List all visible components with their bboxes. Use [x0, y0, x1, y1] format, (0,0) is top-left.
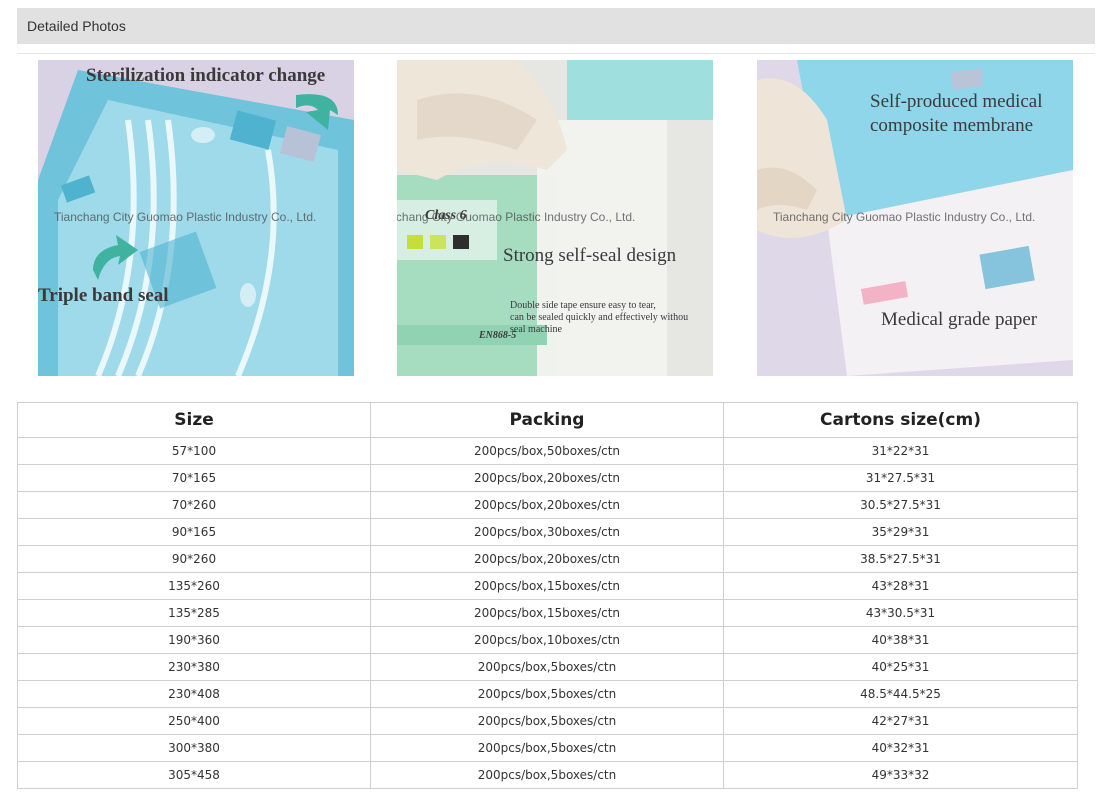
- table-row: 90*260 200pcs/box,20boxes/ctn 38.5*27.5*31: [17, 545, 1078, 573]
- cell-packing: 200pcs/box,20boxes/ctn: [370, 545, 724, 573]
- header-packing: Packing: [370, 402, 724, 438]
- cell-carton: 35*29*31: [723, 518, 1078, 546]
- photo-label-indicator: Sterilization indicator change: [86, 65, 326, 86]
- table-row: 250*400 200pcs/box,5boxes/ctn 42*27*31: [17, 707, 1078, 735]
- cell-packing: 200pcs/box,20boxes/ctn: [370, 464, 724, 492]
- cell-packing: 200pcs/box,20boxes/ctn: [370, 491, 724, 519]
- product-photo-sterilization[interactable]: Sterilization indicator change Triple ba…: [38, 60, 354, 376]
- table-row: 135*260 200pcs/box,15boxes/ctn 43*28*31: [17, 572, 1078, 600]
- cell-packing: 200pcs/box,5boxes/ctn: [370, 734, 724, 762]
- table-row: 90*165 200pcs/box,30boxes/ctn 35*29*31: [17, 518, 1078, 546]
- cell-size: 57*100: [17, 437, 371, 465]
- table-row: 300*380 200pcs/box,5boxes/ctn 40*32*31: [17, 734, 1078, 762]
- cell-packing: 200pcs/box,10boxes/ctn: [370, 626, 724, 654]
- cell-carton: 40*38*31: [723, 626, 1078, 654]
- cell-size: 250*400: [17, 707, 371, 735]
- cell-carton: 40*25*31: [723, 653, 1078, 681]
- cell-size: 305*458: [17, 761, 371, 789]
- table-row: 190*360 200pcs/box,10boxes/ctn 40*38*31: [17, 626, 1078, 654]
- section-header: Detailed Photos: [17, 8, 1095, 44]
- cell-size: 230*380: [17, 653, 371, 681]
- cell-size: 70*165: [17, 464, 371, 492]
- cell-size: 300*380: [17, 734, 371, 762]
- cell-size: 90*260: [17, 545, 371, 573]
- table-header-row: Size Packing Cartons size(cm): [17, 402, 1078, 438]
- photo-caption-line-1: Double side tape ensure easy to tear,: [510, 300, 656, 311]
- product-photo-membrane[interactable]: Self-produced medical composite membrane…: [757, 60, 1073, 376]
- cell-packing: 200pcs/box,5boxes/ctn: [370, 680, 724, 708]
- header-carton-size: Cartons size(cm): [723, 402, 1078, 438]
- cell-carton: 38.5*27.5*31: [723, 545, 1078, 573]
- cell-packing: 200pcs/box,5boxes/ctn: [370, 707, 724, 735]
- photo-label-membrane-2: composite membrane: [870, 115, 1034, 136]
- cell-packing: 200pcs/box,5boxes/ctn: [370, 761, 724, 789]
- cell-carton: 40*32*31: [723, 734, 1078, 762]
- watermark-text: Tianchang City Guomao Plastic Industry C…: [54, 210, 317, 224]
- cell-carton: 31*27.5*31: [723, 464, 1078, 492]
- cell-carton: 49*33*32: [723, 761, 1078, 789]
- cell-carton: 48.5*44.5*25: [723, 680, 1078, 708]
- table-row: 70*260 200pcs/box,20boxes/ctn 30.5*27.5*31: [17, 491, 1078, 519]
- cell-packing: 200pcs/box,5boxes/ctn: [370, 653, 724, 681]
- cell-size: 135*260: [17, 572, 371, 600]
- table-row: 305*458 200pcs/box,5boxes/ctn 49*33*32: [17, 761, 1078, 789]
- cell-carton: 43*30.5*31: [723, 599, 1078, 627]
- cell-size: 135*285: [17, 599, 371, 627]
- cell-packing: 200pcs/box,15boxes/ctn: [370, 572, 724, 600]
- watermark-text: Tianchang City Guomao Plastic Industry C…: [397, 210, 636, 224]
- cell-size: 70*260: [17, 491, 371, 519]
- table-row: 230*380 200pcs/box,5boxes/ctn 40*25*31: [17, 653, 1078, 681]
- photo-label-triple-seal: Triple band seal: [38, 285, 169, 306]
- table-row: 230*408 200pcs/box,5boxes/ctn 48.5*44.5*25: [17, 680, 1078, 708]
- section-divider: [17, 53, 1095, 54]
- watermark-text: Tianchang City Guomao Plastic Industry C…: [773, 210, 1036, 224]
- cell-carton: 43*28*31: [723, 572, 1078, 600]
- photo-label-membrane-1: Self-produced medical: [870, 91, 1043, 112]
- photo-caption-line-2: can be sealed quickly and effectively wi…: [510, 312, 689, 323]
- table-row: 135*285 200pcs/box,15boxes/ctn 43*30.5*31: [17, 599, 1078, 627]
- table-row: 70*165 200pcs/box,20boxes/ctn 31*27.5*31: [17, 464, 1078, 492]
- photo-caption-line-3: seal machine: [510, 324, 562, 335]
- header-size: Size: [17, 402, 371, 438]
- photo-label-self-seal: Strong self-seal design: [503, 245, 677, 266]
- cell-packing: 200pcs/box,15boxes/ctn: [370, 599, 724, 627]
- cell-packing: 200pcs/box,50boxes/ctn: [370, 437, 724, 465]
- product-photo-self-seal[interactable]: Class 6 EN868-5 Strong self-seal design …: [397, 60, 713, 376]
- cell-packing: 200pcs/box,30boxes/ctn: [370, 518, 724, 546]
- photo-label-paper: Medical grade paper: [881, 309, 1038, 330]
- cell-size: 190*360: [17, 626, 371, 654]
- table-row: 57*100 200pcs/box,50boxes/ctn 31*22*31: [17, 437, 1078, 465]
- section-title: Detailed Photos: [27, 18, 126, 34]
- cell-size: 230*408: [17, 680, 371, 708]
- cell-size: 90*165: [17, 518, 371, 546]
- cell-carton: 31*22*31: [723, 437, 1078, 465]
- cell-carton: 42*27*31: [723, 707, 1078, 735]
- cell-carton: 30.5*27.5*31: [723, 491, 1078, 519]
- spec-table: Size Packing Cartons size(cm) 57*100 200p…: [17, 402, 1078, 789]
